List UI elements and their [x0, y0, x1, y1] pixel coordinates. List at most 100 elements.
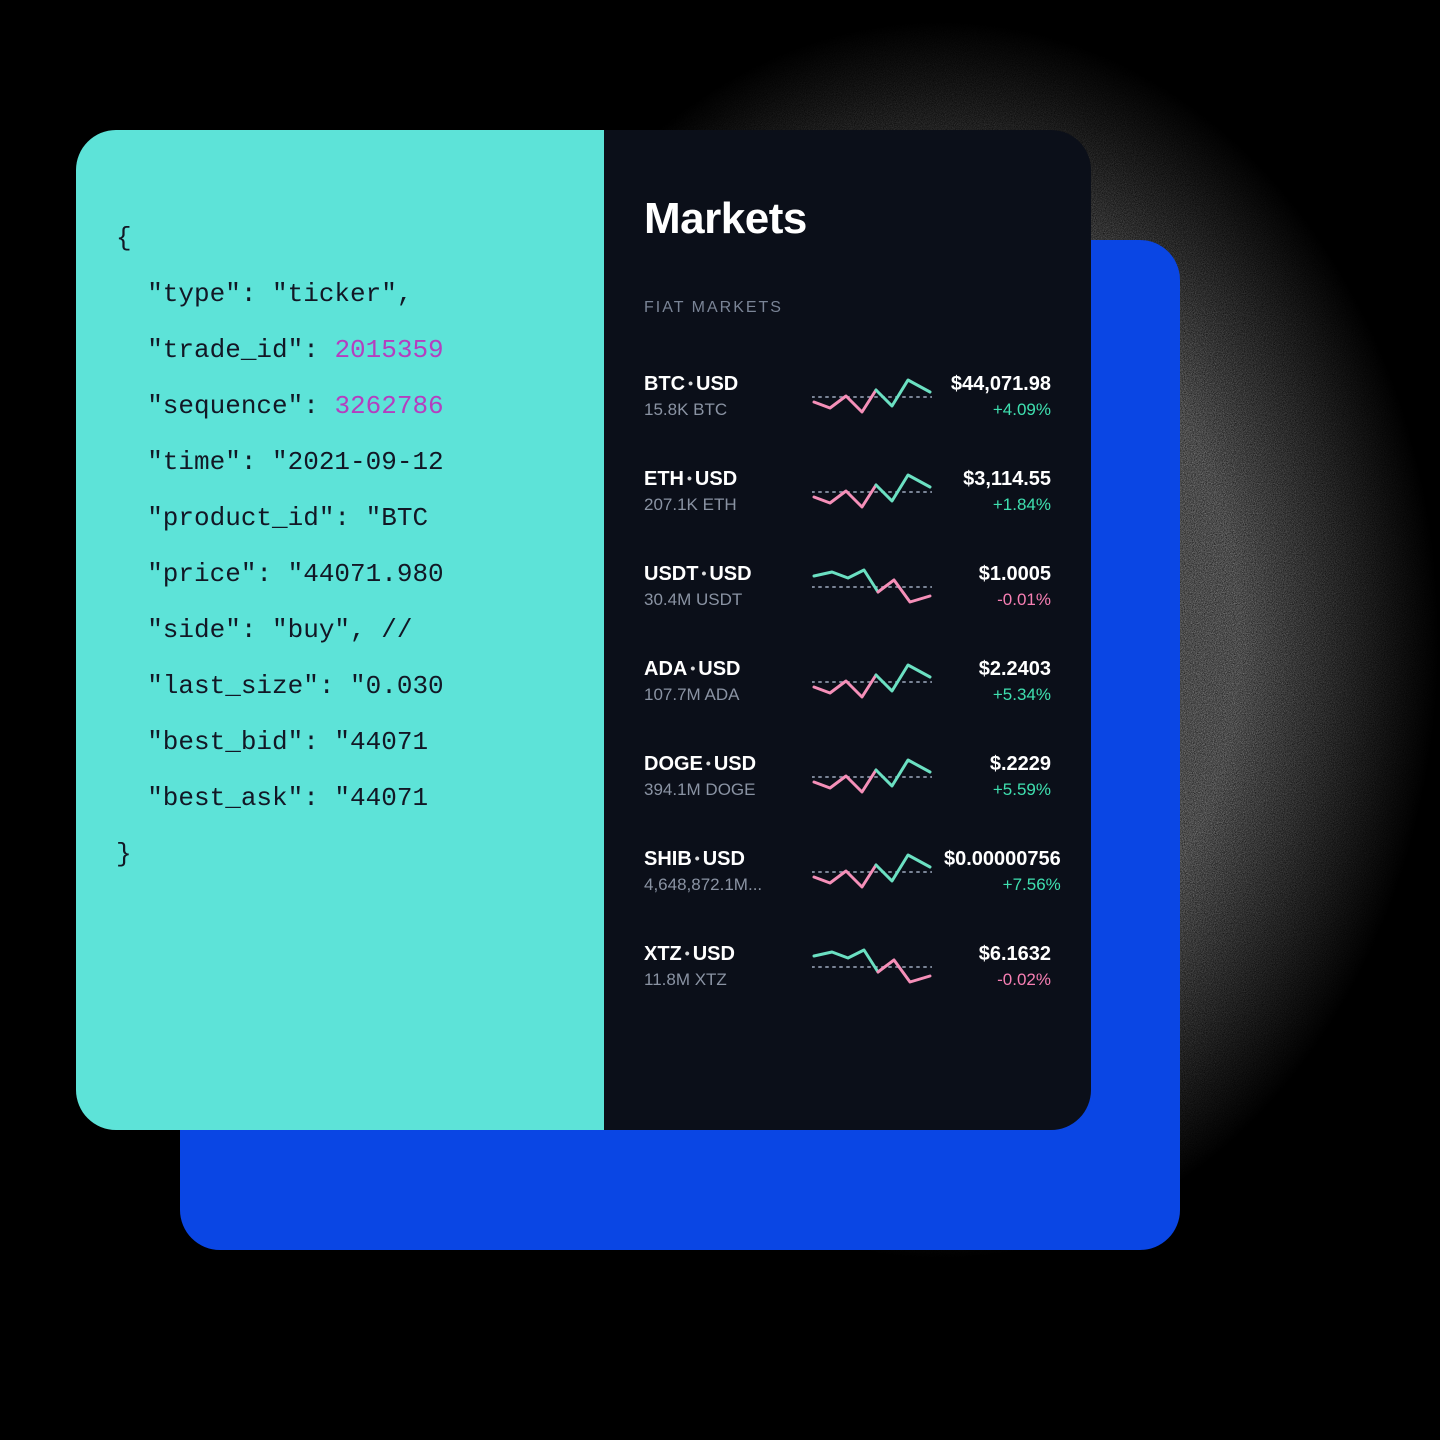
main-card: { "type": "ticker", "trade_id": 2015359 …	[76, 130, 1091, 1130]
market-change: -0.01%	[944, 590, 1051, 610]
market-sparkline	[812, 562, 932, 612]
code-brace-open: {	[116, 223, 132, 253]
market-volume: 207.1K ETH	[644, 495, 800, 515]
market-pair: BTC•USD	[644, 373, 800, 396]
base-symbol: ADA	[644, 658, 687, 680]
quote-symbol: USD	[693, 943, 735, 965]
base-symbol: USDT	[644, 563, 698, 585]
market-row[interactable]: SHIB•USD 4,648,872.1M... $0.00000756 +7.…	[644, 824, 1051, 919]
market-pair: XTZ•USD	[644, 943, 800, 966]
base-symbol: DOGE	[644, 753, 703, 775]
quote-symbol: USD	[696, 373, 738, 395]
market-row[interactable]: ETH•USD 207.1K ETH $3,114.55 +1.84%	[644, 444, 1051, 539]
quote-symbol: USD	[714, 753, 756, 775]
market-right: $.2229 +5.59%	[944, 753, 1051, 800]
market-pair: USDT•USD	[644, 563, 800, 586]
market-right: $1.0005 -0.01%	[944, 563, 1051, 610]
markets-title: Markets	[644, 194, 1051, 244]
market-pair: DOGE•USD	[644, 753, 800, 776]
pair-dot-icon: •	[701, 565, 706, 581]
base-symbol: XTZ	[644, 943, 682, 965]
sparkline-icon	[812, 467, 932, 517]
base-symbol: BTC	[644, 373, 685, 395]
market-right: $3,114.55 +1.84%	[944, 468, 1051, 515]
market-price: $3,114.55	[944, 468, 1051, 491]
code-number: 2015359	[334, 335, 443, 365]
market-row[interactable]: BTC•USD 15.8K BTC $44,071.98 +4.09%	[644, 349, 1051, 444]
market-price: $6.1632	[944, 943, 1051, 966]
market-row[interactable]: ADA•USD 107.7M ADA $2.2403 +5.34%	[644, 634, 1051, 729]
market-left: ADA•USD 107.7M ADA	[644, 658, 800, 705]
market-left: BTC•USD 15.8K BTC	[644, 373, 800, 420]
quote-symbol: USD	[703, 848, 745, 870]
code-line: "last_size": "0.030	[116, 671, 444, 701]
market-volume: 4,648,872.1M...	[644, 875, 800, 895]
market-change: +1.84%	[944, 495, 1051, 515]
market-sparkline	[812, 372, 932, 422]
market-sparkline	[812, 847, 932, 897]
market-row[interactable]: USDT•USD 30.4M USDT $1.0005 -0.01%	[644, 539, 1051, 634]
code-brace-close: }	[116, 839, 132, 869]
market-pair: ADA•USD	[644, 658, 800, 681]
base-symbol: SHIB	[644, 848, 692, 870]
market-change: -0.02%	[944, 970, 1051, 990]
quote-symbol: USD	[695, 468, 737, 490]
market-volume: 394.1M DOGE	[644, 780, 800, 800]
market-volume: 11.8M XTZ	[644, 970, 800, 990]
market-row[interactable]: DOGE•USD 394.1M DOGE $.2229 +5.59%	[644, 729, 1051, 824]
quote-symbol: USD	[698, 658, 740, 680]
market-left: ETH•USD 207.1K ETH	[644, 468, 800, 515]
market-volume: 15.8K BTC	[644, 400, 800, 420]
code-panel: { "type": "ticker", "trade_id": 2015359 …	[76, 130, 604, 1130]
market-right: $2.2403 +5.34%	[944, 658, 1051, 705]
market-price: $44,071.98	[944, 373, 1051, 396]
market-sparkline	[812, 657, 932, 707]
market-change: +5.59%	[944, 780, 1051, 800]
market-left: SHIB•USD 4,648,872.1M...	[644, 848, 800, 895]
code-line: "side": "buy", //	[116, 615, 428, 645]
code-line: "trade_id":	[116, 335, 334, 365]
market-price: $2.2403	[944, 658, 1051, 681]
market-sparkline	[812, 942, 932, 992]
sparkline-icon	[812, 942, 932, 992]
code-line: "best_ask": "44071	[116, 783, 428, 813]
sparkline-icon	[812, 752, 932, 802]
quote-symbol: USD	[709, 563, 751, 585]
market-price: $1.0005	[944, 563, 1051, 586]
market-row[interactable]: XTZ•USD 11.8M XTZ $6.1632 -0.02%	[644, 919, 1051, 1014]
market-price: $0.00000756	[944, 848, 1061, 871]
pair-dot-icon: •	[688, 375, 693, 391]
market-right: $44,071.98 +4.09%	[944, 373, 1051, 420]
sparkline-icon	[812, 847, 932, 897]
code-number: 3262786	[334, 391, 443, 421]
sparkline-icon	[812, 372, 932, 422]
markets-panel: Markets FIAT MARKETS BTC•USD 15.8K BTC $…	[604, 130, 1091, 1130]
market-right: $0.00000756 +7.56%	[944, 848, 1061, 895]
markets-list: BTC•USD 15.8K BTC $44,071.98 +4.09% ETH•…	[644, 349, 1051, 1014]
pair-dot-icon: •	[695, 850, 700, 866]
market-price: $.2229	[944, 753, 1051, 776]
market-left: XTZ•USD 11.8M XTZ	[644, 943, 800, 990]
market-volume: 107.7M ADA	[644, 685, 800, 705]
pair-dot-icon: •	[706, 755, 711, 771]
pair-dot-icon: •	[685, 945, 690, 961]
pair-dot-icon: •	[690, 660, 695, 676]
market-right: $6.1632 -0.02%	[944, 943, 1051, 990]
market-change: +5.34%	[944, 685, 1051, 705]
code-line: "time": "2021-09-12	[116, 447, 444, 477]
pair-dot-icon: •	[687, 470, 692, 486]
market-sparkline	[812, 467, 932, 517]
market-left: USDT•USD 30.4M USDT	[644, 563, 800, 610]
sparkline-icon	[812, 562, 932, 612]
code-line: "best_bid": "44071	[116, 727, 428, 757]
market-change: +7.56%	[944, 875, 1061, 895]
market-pair: SHIB•USD	[644, 848, 800, 871]
section-label-fiat: FIAT MARKETS	[644, 299, 1051, 317]
base-symbol: ETH	[644, 468, 684, 490]
market-volume: 30.4M USDT	[644, 590, 800, 610]
market-left: DOGE•USD 394.1M DOGE	[644, 753, 800, 800]
code-line: "price": "44071.980	[116, 559, 444, 589]
sparkline-icon	[812, 657, 932, 707]
code-line: "product_id": "BTC	[116, 503, 428, 533]
market-change: +4.09%	[944, 400, 1051, 420]
